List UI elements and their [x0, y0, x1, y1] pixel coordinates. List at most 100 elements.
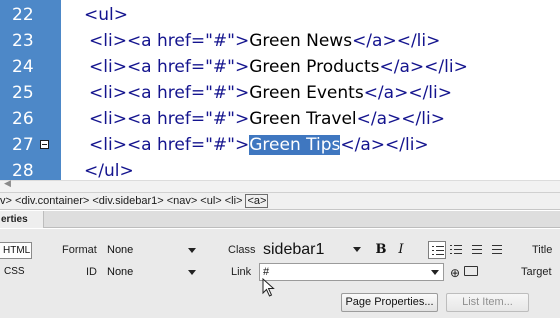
code-text[interactable]: <li><a href="#">Green Travel</a></li> [89, 106, 445, 132]
chevron-down-icon [188, 270, 196, 275]
code-text[interactable]: <li><a href="#">Green Tips</a></li> [89, 132, 429, 158]
selected-text: Green Tips [249, 135, 341, 155]
code-token: <a href= [126, 31, 206, 51]
code-line[interactable]: 27 <li><a href="#">Green Tips</a></li> [0, 132, 560, 158]
code-line[interactable]: 26 <li><a href="#">Green Travel</a></li> [0, 106, 560, 132]
title-label: Title [532, 244, 553, 256]
properties-panel-header: erties [0, 211, 560, 228]
chevron-down-icon [431, 270, 439, 275]
code-token: <li> [89, 57, 127, 77]
code-token: <a href= [126, 57, 206, 77]
tag-crumb[interactable]: <li> [225, 193, 243, 209]
code-text[interactable]: <li><a href="#">Green News</a></li> [89, 28, 440, 54]
point-to-file-icon[interactable]: ⊕ [450, 267, 460, 279]
collapse-icon[interactable] [40, 140, 49, 149]
line-number: 26 [12, 109, 34, 129]
code-token: <li> [89, 83, 127, 103]
ordered-list-icon [450, 245, 452, 254]
code-token: </a></li> [379, 57, 468, 77]
indent-icon [492, 245, 502, 254]
format-select-value: None [107, 244, 134, 256]
chevron-down-icon [188, 248, 196, 253]
italic-button[interactable]: I [392, 241, 410, 259]
code-line[interactable]: 23 <li><a href="#">Green News</a></li> [0, 28, 560, 54]
line-number: 25 [12, 83, 34, 103]
html-mode-button[interactable]: HTML [0, 242, 32, 259]
format-label: Format [62, 244, 97, 256]
tag-crumb[interactable]: <nav> [167, 193, 198, 209]
properties-panel: HTML CSS Format None ID None Class sideb… [0, 229, 560, 318]
tag-selector-bar: v> <div.container> <div.sidebar1> <nav> <ul>… [0, 192, 560, 210]
indent-button[interactable] [488, 241, 506, 259]
code-token: <ul> [84, 5, 128, 25]
code-token: <a href= [126, 135, 206, 155]
code-token: </a></li> [352, 31, 441, 51]
code-token: "#" [205, 83, 235, 103]
tag-crumb[interactable]: v> [0, 193, 12, 209]
scroll-left-icon[interactable]: ◀ [4, 179, 11, 189]
line-number: 22 [12, 5, 34, 25]
tag-crumb[interactable]: <a> [245, 194, 269, 208]
code-token: <li> [89, 109, 127, 129]
id-select-value: None [107, 266, 134, 278]
code-token: <li> [89, 135, 127, 155]
tag-crumb[interactable]: <div.container> [15, 193, 89, 209]
code-token: <li> [89, 31, 127, 51]
code-token: Green Travel [249, 109, 357, 129]
horizontal-scrollbar[interactable]: ◀ [0, 179, 560, 192]
code-token: <a href= [126, 109, 206, 129]
bold-button[interactable]: B [372, 241, 390, 259]
code-token: </a></li> [340, 135, 429, 155]
target-label: Target [521, 266, 552, 278]
unordered-list-button[interactable] [428, 241, 446, 259]
properties-tab[interactable]: erties [0, 211, 44, 228]
link-input[interactable]: # [259, 263, 444, 281]
page-properties-button[interactable]: Page Properties... [341, 293, 438, 312]
code-token: > [234, 83, 250, 103]
code-token: "#" [205, 31, 235, 51]
code-token: "#" [205, 109, 235, 129]
code-text[interactable]: <li><a href="#">Green Products</a></li> [89, 54, 468, 80]
code-line[interactable]: 22 <ul> [0, 2, 560, 28]
code-editor[interactable]: 22 <ul> 23 <li><a href="#">Green News</a></… [0, 0, 560, 192]
mouse-pointer-icon [262, 278, 275, 297]
code-token: </a></li> [363, 83, 452, 103]
code-token: "#" [205, 57, 235, 77]
code-token: Green News [249, 31, 353, 51]
code-line[interactable]: 25 <li><a href="#">Green Events</a></li> [0, 80, 560, 106]
code-token: > [234, 31, 250, 51]
code-line[interactable]: 24 <li><a href="#">Green Products</a></li… [0, 54, 560, 80]
line-number: 27 [12, 135, 34, 155]
code-token: <a href= [126, 83, 206, 103]
unordered-list-icon [432, 246, 434, 255]
tag-crumb[interactable]: <div.sidebar1> [92, 193, 163, 209]
id-label: ID [86, 266, 97, 278]
ordered-list-button[interactable] [447, 241, 465, 259]
code-token: Green Events [249, 83, 364, 103]
id-select[interactable]: None [103, 263, 201, 281]
code-token: </a></li> [356, 109, 445, 129]
class-label: Class [228, 244, 256, 256]
link-input-value: # [263, 266, 270, 278]
outdent-icon [472, 245, 482, 254]
code-token: </ul> [84, 161, 134, 181]
line-number: 24 [12, 57, 34, 77]
code-token: > [234, 135, 250, 155]
code-token: "#" [205, 135, 235, 155]
link-label: Link [231, 266, 252, 278]
class-select-value: sidebar1 [263, 241, 325, 258]
code-token: > [234, 109, 250, 129]
code-token: Green Products [249, 57, 380, 77]
format-select[interactable]: None [103, 241, 201, 259]
code-text[interactable]: <li><a href="#">Green Events</a></li> [89, 80, 452, 106]
tag-crumb[interactable]: <ul> [200, 193, 221, 209]
folder-icon[interactable] [464, 266, 478, 276]
code-text[interactable]: <ul> [84, 2, 128, 28]
list-item-button[interactable]: List Item... [446, 293, 529, 312]
class-select[interactable]: sidebar1 [259, 240, 366, 258]
chevron-down-icon [353, 247, 361, 252]
outdent-button[interactable] [468, 241, 486, 259]
css-mode-button[interactable]: CSS [0, 263, 32, 280]
line-number: 23 [12, 31, 34, 51]
code-token: > [234, 57, 250, 77]
